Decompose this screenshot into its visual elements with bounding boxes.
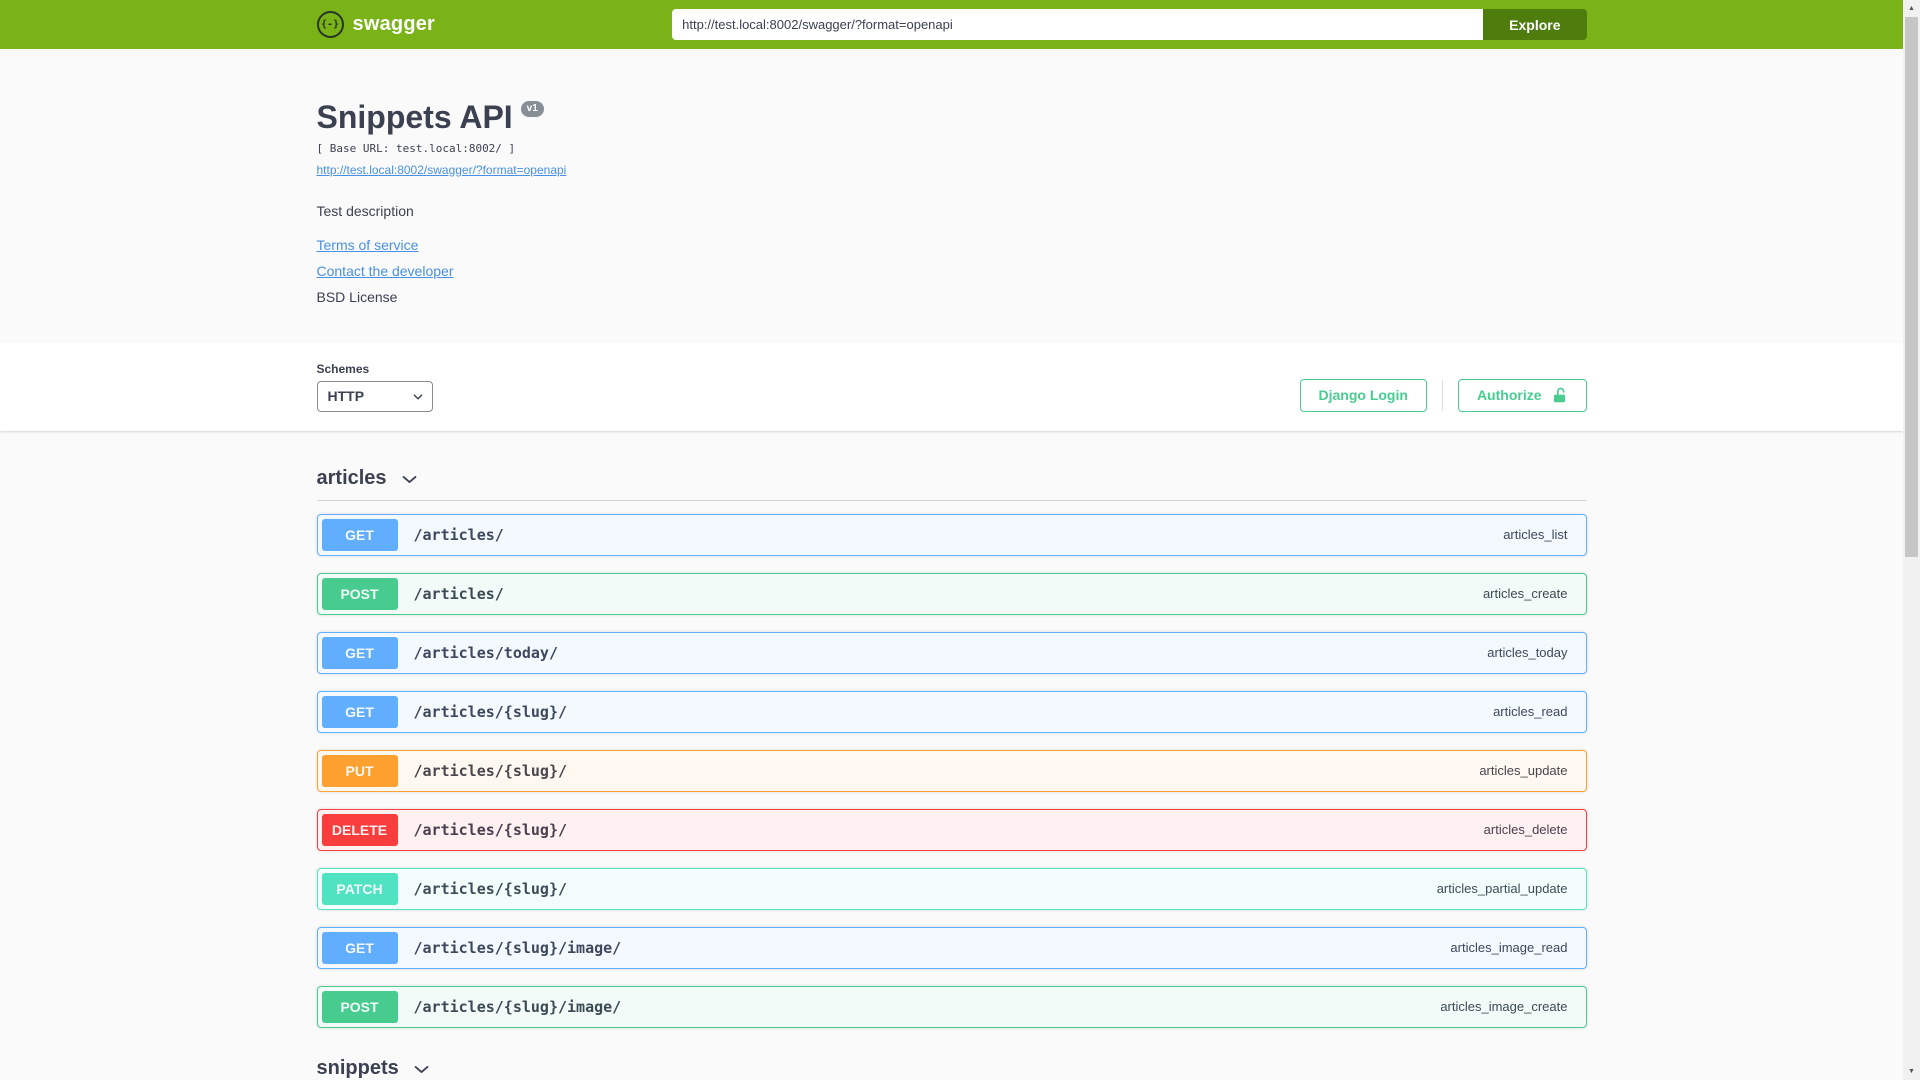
scheme-container: Schemes HTTP Django Login Authorize: [0, 342, 1903, 431]
unlocked-padlock-icon: [1551, 387, 1568, 404]
operation-id: articles_delete: [1483, 822, 1568, 838]
operation-id: articles_image_read: [1450, 940, 1568, 956]
operation-row[interactable]: GET /articles/today/ articles_today: [316, 631, 1587, 674]
operation-path: /articles/: [413, 525, 504, 544]
method-badge: GET: [321, 695, 398, 728]
info-links: Terms of service Contact the developer B…: [317, 237, 1587, 305]
operation-path: /articles/: [413, 584, 504, 603]
scrollbar-up-button[interactable]: ▲: [1903, 0, 1920, 17]
explore-button[interactable]: Explore: [1483, 9, 1587, 40]
scrollbar[interactable]: ▲ ▼: [1903, 0, 1920, 1080]
chevron-down-icon: [402, 476, 416, 484]
contact-developer-link[interactable]: Contact the developer: [317, 263, 454, 279]
method-badge: PUT: [321, 754, 398, 787]
method-badge: GET: [321, 636, 398, 669]
operation-path: /articles/{slug}/image/: [413, 997, 622, 1016]
operation-path: /articles/today/: [413, 643, 559, 662]
page: {-} swagger Explore Snippets API v1 [ Ba…: [0, 0, 1903, 1080]
method-badge: POST: [321, 990, 398, 1023]
method-badge: PATCH: [321, 872, 398, 905]
page-title: Snippets API v1: [317, 99, 1587, 136]
version-badge: v1: [520, 101, 544, 117]
operation-row[interactable]: GET /articles/{slug}/ articles_read: [316, 690, 1587, 733]
operation-path: /articles/{slug}/: [413, 761, 568, 780]
operation-id: articles_read: [1493, 704, 1568, 720]
operation-path: /articles/{slug}/image/: [413, 938, 622, 957]
license-text: BSD License: [316, 288, 398, 305]
operation-row[interactable]: GET /articles/ articles_list: [316, 513, 1587, 556]
swagger-logo-icon: {-}: [316, 11, 344, 38]
authorize-button[interactable]: Authorize: [1457, 378, 1587, 412]
tag-title: articles: [316, 466, 387, 489]
api-description: Test description: [316, 202, 414, 219]
method-badge: GET: [321, 931, 398, 964]
scrollbar-down-button[interactable]: ▼: [1903, 1063, 1920, 1080]
spec-link[interactable]: http://test.local:8002/swagger/?format=o…: [317, 163, 567, 177]
operation-row[interactable]: DELETE /articles/{slug}/ articles_delete: [316, 808, 1587, 851]
divider: [1441, 379, 1443, 411]
scheme-select[interactable]: HTTP: [316, 380, 433, 412]
operation-row[interactable]: PATCH /articles/{slug}/ articles_partial…: [316, 867, 1587, 910]
api-title-text: Snippets API: [316, 99, 513, 135]
operation-row[interactable]: POST /articles/{slug}/image/ articles_im…: [316, 985, 1587, 1028]
operation-row[interactable]: POST /articles/ articles_create: [316, 572, 1587, 615]
operation-path: /articles/{slug}/: [413, 702, 568, 721]
info-section: Snippets API v1 [ Base URL: test.local:8…: [0, 49, 1903, 343]
operation-id: articles_partial_update: [1436, 881, 1568, 897]
operation-path: /articles/{slug}/: [413, 879, 568, 898]
django-login-button[interactable]: Django Login: [1299, 378, 1427, 412]
arrow-up-icon: ▲: [1908, 5, 1915, 12]
method-badge: GET: [321, 518, 398, 551]
tag-section: snippets GET /snippets/ snippets_list: [317, 1045, 1587, 1080]
auth-wrapper: Django Login Authorize: [1299, 378, 1587, 412]
tag-title: snippets: [316, 1056, 399, 1079]
operations-root: articles GET /articles/ articles_list PO…: [297, 455, 1607, 1080]
operation-list: GET /articles/ articles_list POST /artic…: [316, 501, 1587, 1028]
schemes-label: Schemes: [316, 361, 370, 376]
method-badge: DELETE: [321, 813, 398, 846]
swagger-logo: {-} swagger: [316, 11, 436, 38]
tag-header[interactable]: snippets: [317, 1045, 1587, 1080]
spec-url-input[interactable]: [672, 9, 1484, 40]
topbar: {-} swagger Explore: [0, 0, 1903, 49]
operation-id: articles_today: [1487, 645, 1568, 661]
schemes: Schemes HTTP: [316, 361, 433, 412]
terms-of-service-link[interactable]: Terms of service: [317, 237, 419, 253]
tag-header[interactable]: articles: [316, 455, 1587, 501]
method-badge: POST: [321, 577, 398, 610]
arrow-down-icon: ▼: [1908, 1068, 1915, 1075]
tag-section: articles GET /articles/ articles_list PO…: [316, 455, 1587, 1028]
operation-row[interactable]: GET /articles/{slug}/image/ articles_ima…: [316, 926, 1587, 969]
authorize-button-label: Authorize: [1476, 387, 1542, 404]
operation-id: articles_list: [1503, 527, 1568, 543]
brand-name: swagger: [352, 13, 436, 35]
base-url: [ Base URL: test.local:8002/ ]: [316, 141, 516, 155]
operation-id: articles_image_create: [1440, 999, 1568, 1015]
operation-path: /articles/{slug}/: [413, 820, 568, 839]
operation-id: articles_create: [1482, 586, 1568, 602]
operation-row[interactable]: PUT /articles/{slug}/ articles_update: [316, 749, 1587, 792]
chevron-down-icon: [414, 1066, 429, 1074]
spec-url-form: Explore: [672, 9, 1587, 40]
scrollbar-thumb[interactable]: [1905, 17, 1918, 557]
operation-id: articles_update: [1479, 763, 1568, 779]
